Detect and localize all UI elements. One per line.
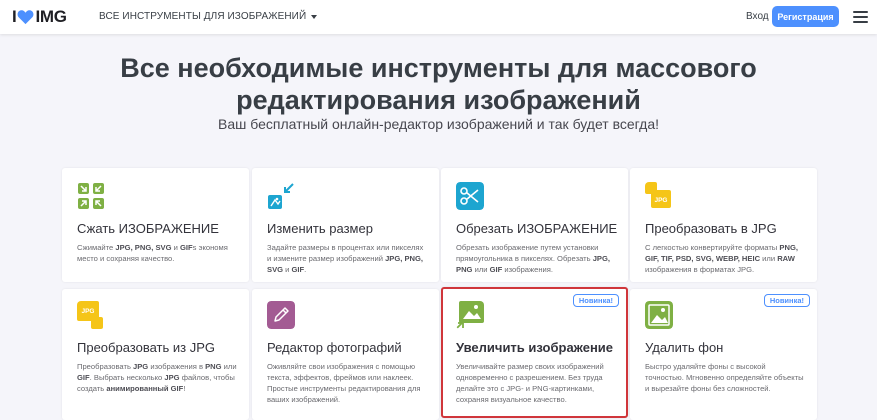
- tool-description: Быстро удаляйте фоны с высокой точностью…: [645, 362, 804, 393]
- svg-text:JPG: JPG: [81, 308, 94, 315]
- logo-text-right: IMG: [35, 7, 67, 26]
- pencil-icon: [267, 301, 295, 329]
- tool-card-resize[interactable]: Изменить размер Задайте размеры в процен…: [252, 168, 439, 282]
- tool-title: Удалить фон: [645, 340, 724, 355]
- register-button[interactable]: Регистрация: [772, 6, 839, 27]
- tool-card-crop[interactable]: Обрезать ИЗОБРАЖЕНИЕ Обрезать изображени…: [441, 168, 628, 282]
- resize-icon: [268, 183, 294, 209]
- convert-from-jpg-icon: JPG: [77, 301, 103, 329]
- chevron-down-icon: [311, 14, 318, 19]
- convert-to-jpg-icon: JPG: [645, 182, 671, 208]
- tool-card-convert-from-jpg[interactable]: JPG Преобразовать из JPG Преобразовать J…: [62, 289, 249, 420]
- compress-icon: [78, 183, 104, 209]
- tool-title: Увеличить изображение: [456, 340, 614, 355]
- top-navbar: I IMG ВСЕ ИНСТРУМЕНТЫ ДЛЯ ИЗОБРАЖЕНИЙ Вх…: [0, 0, 877, 34]
- logo[interactable]: I IMG: [12, 8, 67, 26]
- page-title-line1: Все необходимые инструменты для массовог…: [120, 53, 757, 83]
- heart-icon: [18, 10, 34, 25]
- svg-text:JPG: JPG: [654, 197, 667, 204]
- tool-title: Преобразовать из JPG: [77, 340, 215, 355]
- tool-title: Преобразовать в JPG: [645, 221, 777, 236]
- tool-description: Задайте размеры в процентах или пикселях…: [267, 243, 424, 274]
- tool-description: Обрезать изображение путем установки пря…: [456, 243, 610, 274]
- tool-card-upscale[interactable]: Новинка! Увеличить изображение Увеличива…: [441, 287, 628, 418]
- logo-text-left: I: [12, 7, 17, 26]
- page-title: Все необходимые инструменты для массовог…: [0, 52, 877, 116]
- tool-title: Изменить размер: [267, 221, 373, 236]
- tool-description: С легкостью конвертируйте форматы PNG, G…: [645, 243, 798, 274]
- tool-description: Оживляйте свои изображения с помощью тек…: [267, 362, 421, 404]
- scissors-icon: [456, 182, 484, 210]
- all-tools-label: ВСЕ ИНСТРУМЕНТЫ ДЛЯ ИЗОБРАЖЕНИЙ: [99, 11, 307, 22]
- tool-title: Сжать ИЗОБРАЖЕНИЕ: [77, 221, 219, 236]
- tool-card-convert-to-jpg[interactable]: JPG Преобразовать в JPG С легкостью конв…: [630, 168, 817, 282]
- upscale-icon: [456, 301, 484, 329]
- new-badge: Новинка!: [572, 294, 619, 307]
- new-badge: Новинка!: [763, 294, 810, 307]
- tool-description: Преобразовать JPG изображения в PNG или …: [77, 362, 237, 393]
- tool-description: Увеличивайте размер своих изображений од…: [456, 362, 604, 404]
- login-link[interactable]: Вход: [746, 11, 769, 22]
- tool-card-compress[interactable]: Сжать ИЗОБРАЖЕНИЕ Сжимайте JPG, PNG, SVG…: [62, 168, 249, 282]
- tool-description: Сжимайте JPG, PNG, SVG и GIFs экономя ме…: [77, 243, 228, 263]
- tool-title: Редактор фотографий: [267, 340, 402, 355]
- tool-title: Обрезать ИЗОБРАЖЕНИЕ: [456, 221, 618, 236]
- page-title-line2: редактирования изображений: [236, 85, 641, 115]
- remove-background-icon: [645, 301, 673, 329]
- all-tools-menu[interactable]: ВСЕ ИНСТРУМЕНТЫ ДЛЯ ИЗОБРАЖЕНИЙ: [99, 11, 318, 22]
- page-subtitle: Ваш бесплатный онлайн-редактор изображен…: [217, 116, 659, 132]
- hamburger-menu-icon[interactable]: [853, 11, 868, 23]
- tool-card-photo-editor[interactable]: Редактор фотографий Оживляйте свои изобр…: [252, 289, 439, 420]
- tool-card-remove-background[interactable]: Новинка! Удалить фон Быстро удаляйте фон…: [630, 289, 817, 420]
